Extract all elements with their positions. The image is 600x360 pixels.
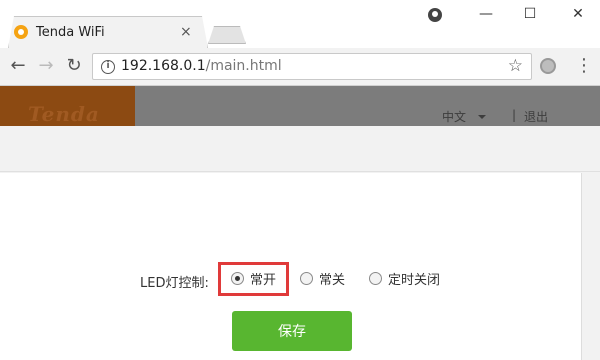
logo-box: Tenda [0,86,135,126]
browser-toolbar: ← → ↻ i 192.168.0.1/main.html ☆ ⋮ [0,48,600,86]
save-button[interactable]: 保存 [232,311,352,351]
led-control-label: LED灯控制: [140,276,209,291]
menu-icon[interactable]: ⋮ [575,54,593,78]
close-window-icon[interactable]: ✕ [568,6,588,22]
language-selector[interactable]: 中文 [442,108,466,125]
tenda-logo: Tenda [28,102,100,126]
url-text: 192.168.0.1/main.html [121,58,282,74]
back-arrow-icon[interactable]: ← [8,56,28,76]
minimize-icon[interactable]: — [476,6,496,22]
subheader-bar [0,126,600,172]
led-timed-off-option[interactable]: 定时关闭 [369,269,440,288]
new-tab-button[interactable] [208,26,246,44]
highlight-box [218,262,289,296]
tenda-favicon-icon [14,25,28,39]
forward-arrow-icon[interactable]: → [36,56,56,76]
info-icon[interactable]: i [101,60,115,74]
tab-content: Tenda WiFi [14,20,105,44]
tab-close-icon[interactable]: × [180,24,192,40]
radio-button[interactable] [369,272,382,285]
radio-label: 定时关闭 [388,273,441,288]
extension-icon[interactable] [540,58,556,74]
radio-label: 常关 [319,273,346,288]
logout-link[interactable]: 退出 [524,108,548,125]
header-separator: | [512,108,517,122]
url-path: /main.html [205,58,282,74]
maximize-icon[interactable]: ☐ [520,6,540,22]
tab-title: Tenda WiFi [36,24,105,40]
address-bar[interactable]: i 192.168.0.1/main.html ☆ [92,53,532,80]
url-host: 192.168.0.1 [121,58,206,74]
browser-titlebar: Tenda WiFi × — ☐ ✕ [0,0,600,48]
radio-button[interactable] [300,272,313,285]
profile-icon[interactable] [428,8,442,22]
led-always-off-option[interactable]: 常关 [300,269,345,288]
star-icon[interactable]: ☆ [508,56,523,76]
page-header: Tenda 中文 | 退出 [0,86,600,126]
caret-down-icon[interactable] [478,115,486,119]
reload-icon[interactable]: ↻ [64,56,84,76]
